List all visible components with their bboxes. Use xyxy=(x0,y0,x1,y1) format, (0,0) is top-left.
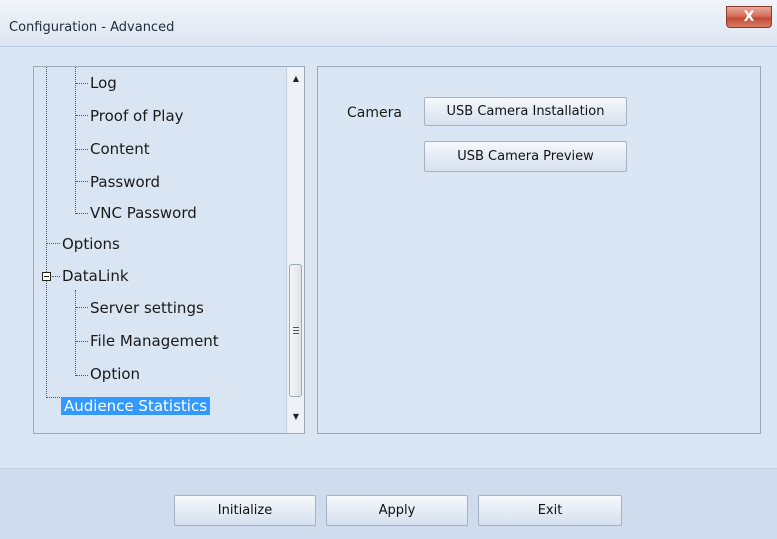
apply-button[interactable]: Apply xyxy=(326,495,468,526)
tree-item-label: File Management xyxy=(90,332,219,350)
tree-item-label: VNC Password xyxy=(90,204,197,222)
usb-camera-installation-button[interactable]: USB Camera Installation xyxy=(424,97,627,126)
tree-line xyxy=(76,213,88,214)
grip-line xyxy=(293,327,299,328)
tree-line xyxy=(76,341,88,342)
tree-item-label: Options xyxy=(62,235,120,253)
tree-item-option[interactable]: Option xyxy=(90,362,140,386)
tree-line xyxy=(76,375,88,376)
close-button[interactable]: X xyxy=(726,6,772,28)
scroll-thumb[interactable] xyxy=(289,264,302,397)
tree-item-server-settings[interactable]: Server settings xyxy=(90,296,204,320)
scroll-up-icon[interactable]: ▲ xyxy=(287,69,304,87)
tree-item-log[interactable]: Log xyxy=(90,71,117,95)
usb-camera-preview-button[interactable]: USB Camera Preview xyxy=(424,141,627,172)
tree-item-content[interactable]: Content xyxy=(90,137,150,161)
tree-line xyxy=(52,276,60,277)
tree-item-options[interactable]: Options xyxy=(62,232,120,256)
tree-line xyxy=(76,115,88,116)
tree-item-label: Audience Statistics xyxy=(61,397,211,415)
title-bar: Configuration - Advanced X xyxy=(0,0,777,47)
tree-item-proof-of-play[interactable]: Proof of Play xyxy=(90,104,184,128)
camera-settings-panel: Camera USB Camera Installation USB Camer… xyxy=(317,66,761,434)
tree-item-label: DataLink xyxy=(62,267,129,285)
button-bar: Initialize Apply Exit xyxy=(0,469,777,539)
collapse-icon[interactable] xyxy=(42,272,51,281)
tree-line xyxy=(76,149,88,150)
tree-item-label: Option xyxy=(90,365,141,383)
tree-item-label: Log xyxy=(90,74,117,92)
tree-item-label: Password xyxy=(90,173,161,191)
tree-line xyxy=(75,67,76,214)
grip-line xyxy=(293,330,299,331)
tree-item-audience-statistics[interactable]: Audience Statistics xyxy=(61,394,211,418)
tree-item-label: Proof of Play xyxy=(90,107,184,125)
scroll-down-icon[interactable]: ▼ xyxy=(287,407,304,425)
tree-line xyxy=(76,307,88,308)
close-icon: X xyxy=(743,9,755,25)
exit-button[interactable]: Exit xyxy=(478,495,622,526)
tree-item-label: Server settings xyxy=(90,299,204,317)
configuration-window: Configuration - Advanced X Log Proof of … xyxy=(0,0,777,539)
tree-line xyxy=(76,181,88,182)
settings-tree: Log Proof of Play Content Password VNC P… xyxy=(33,66,305,434)
tree-item-datalink[interactable]: DataLink xyxy=(62,264,129,288)
tree-line xyxy=(76,83,88,84)
tree-line xyxy=(75,290,76,376)
tree-line xyxy=(47,243,60,244)
tree-line xyxy=(46,67,47,398)
tree-scrollbar[interactable]: ▲ ▼ xyxy=(286,67,304,433)
tree-item-vnc-password[interactable]: VNC Password xyxy=(90,201,197,225)
window-title: Configuration - Advanced xyxy=(9,20,175,35)
camera-label: Camera xyxy=(347,105,402,121)
tree-item-label: Content xyxy=(90,140,150,158)
tree-line xyxy=(47,397,60,398)
initialize-button[interactable]: Initialize xyxy=(174,495,316,526)
grip-line xyxy=(293,333,299,334)
tree-item-password[interactable]: Password xyxy=(90,170,160,194)
tree-item-file-management[interactable]: File Management xyxy=(90,329,219,353)
